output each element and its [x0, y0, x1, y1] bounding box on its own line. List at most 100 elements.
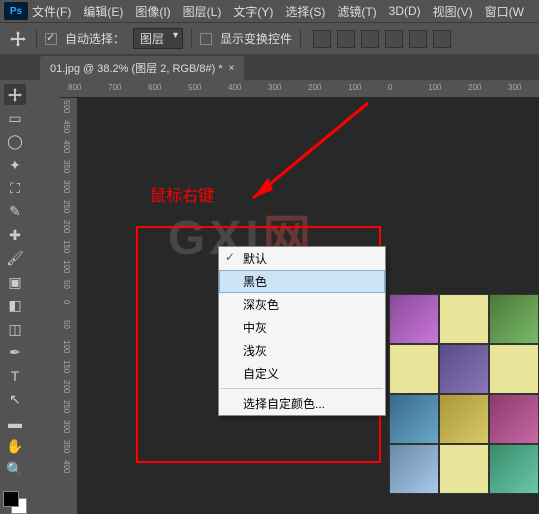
menu-window[interactable]: 窗口(W: [485, 3, 524, 20]
ruler-tick: 100: [62, 260, 71, 273]
healing-tool[interactable]: ✚: [4, 225, 26, 246]
menu-item-select-custom-color[interactable]: 选择自定颜色...: [219, 392, 385, 415]
ruler-tick: 100: [428, 83, 441, 92]
menu-view[interactable]: 视图(V): [433, 3, 473, 20]
ruler-tick: 400: [228, 83, 241, 92]
menu-filter[interactable]: 滤镜(T): [337, 3, 376, 20]
align-left-icon[interactable]: [385, 30, 403, 48]
annotation-label: 鼠标右键: [150, 182, 214, 206]
ruler-tick: 800: [68, 83, 81, 92]
align-buttons: [313, 30, 451, 48]
ruler-tick: 50: [62, 280, 71, 289]
ruler-tick: 400: [62, 140, 71, 153]
separator: [300, 29, 301, 49]
horizontal-ruler: 800 700 600 500 400 300 200 100 0 100 20…: [60, 80, 539, 98]
thumbnail[interactable]: [439, 294, 489, 344]
menu-type[interactable]: 文字(Y): [233, 3, 273, 20]
vertical-ruler: 500 450 400 350 300 250 200 150 100 50 0…: [60, 98, 78, 514]
menu-item-midgray[interactable]: 中灰: [219, 316, 385, 339]
canvas-area: 800 700 600 500 400 300 200 100 0 100 20…: [60, 80, 539, 514]
ruler-tick: 250: [62, 400, 71, 413]
ruler-tick: 200: [62, 380, 71, 393]
thumbnail[interactable]: [439, 394, 489, 444]
menu-image[interactable]: 图像(I): [135, 3, 170, 20]
eyedropper-tool[interactable]: ✎: [4, 201, 26, 222]
thumbnail[interactable]: [389, 344, 439, 394]
move-tool-icon: [8, 29, 28, 49]
canvas-bg-context-menu: 默认 黑色 深灰色 中灰 浅灰 自定义 选择自定颜色...: [218, 246, 386, 416]
eraser-tool[interactable]: ◧: [4, 295, 26, 316]
ruler-tick: 300: [62, 180, 71, 193]
gradient-tool[interactable]: ◫: [4, 319, 26, 340]
menu-item-custom[interactable]: 自定义: [219, 362, 385, 385]
thumbnail[interactable]: [489, 344, 539, 394]
shape-tool[interactable]: ▬: [4, 412, 26, 433]
image-thumbnails: [389, 294, 539, 494]
canvas[interactable]: GXI网 鼠标右键 默认 黑色 深灰色 中灰 浅灰 自定义 选择自定颜色...: [78, 98, 539, 514]
pen-tool[interactable]: ✒: [4, 342, 26, 363]
thumbnail[interactable]: [439, 344, 489, 394]
stamp-tool[interactable]: ▣: [4, 272, 26, 293]
thumbnail[interactable]: [489, 294, 539, 344]
zoom-tool[interactable]: 🔍: [4, 459, 26, 480]
menu-item-black[interactable]: 黑色: [219, 270, 385, 293]
app-logo: Ps: [4, 2, 28, 20]
menu-layer[interactable]: 图层(L): [183, 3, 222, 20]
marquee-tool[interactable]: ▭: [4, 107, 26, 128]
lasso-tool[interactable]: ◯: [4, 131, 26, 152]
thumbnail[interactable]: [489, 394, 539, 444]
show-transform-checkbox[interactable]: [200, 33, 212, 45]
ruler-tick: 500: [188, 83, 201, 92]
menu-edit[interactable]: 编辑(E): [83, 3, 123, 20]
ruler-tick: 150: [62, 240, 71, 253]
options-bar: 自动选择： 图层 显示变换控件: [0, 22, 539, 54]
type-tool[interactable]: T: [4, 365, 26, 386]
show-transform-label: 显示变换控件: [220, 30, 292, 47]
tool-panel: ▭ ◯ ✦ ⛶ ✎ ✚ 🖌 ▣ ◧ ◫ ✒ T ↖ ▬ ✋ 🔍: [0, 80, 30, 514]
menu-file[interactable]: 文件(F): [32, 3, 71, 20]
hand-tool[interactable]: ✋: [4, 436, 26, 457]
align-hcenter-icon[interactable]: [409, 30, 427, 48]
menu-3d[interactable]: 3D(D): [389, 4, 421, 18]
thumbnail[interactable]: [439, 444, 489, 494]
thumbnail[interactable]: [489, 444, 539, 494]
align-right-icon[interactable]: [433, 30, 451, 48]
menu-select[interactable]: 选择(S): [285, 3, 325, 20]
ruler-tick: 700: [108, 83, 121, 92]
menu-item-darkgray[interactable]: 深灰色: [219, 293, 385, 316]
align-vcenter-icon[interactable]: [337, 30, 355, 48]
ruler-tick: 0: [388, 83, 392, 92]
align-bottom-icon[interactable]: [361, 30, 379, 48]
foreground-color[interactable]: [3, 491, 19, 507]
separator: [36, 29, 37, 49]
align-top-icon[interactable]: [313, 30, 331, 48]
ruler-tick: 250: [62, 200, 71, 213]
menubar: 文件(F) 编辑(E) 图像(I) 图层(L) 文字(Y) 选择(S) 滤镜(T…: [0, 0, 539, 22]
brush-tool[interactable]: 🖌: [4, 248, 26, 269]
ruler-tick: 300: [268, 83, 281, 92]
separator: [191, 29, 192, 49]
crop-tool[interactable]: ⛶: [4, 178, 26, 199]
auto-select-checkbox[interactable]: [45, 33, 57, 45]
menu-item-default[interactable]: 默认: [219, 247, 385, 270]
tab-title: 01.jpg @ 38.2% (图层 2, RGB/8#) *: [50, 60, 223, 76]
ruler-tick: 100: [348, 83, 361, 92]
path-tool[interactable]: ↖: [4, 389, 26, 410]
thumbnail[interactable]: [389, 294, 439, 344]
ruler-tick: 350: [62, 440, 71, 453]
ruler-tick: 200: [62, 220, 71, 233]
ruler-tick: 200: [308, 83, 321, 92]
move-tool[interactable]: [4, 84, 26, 105]
close-tab-icon[interactable]: ×: [229, 63, 235, 74]
auto-select-dropdown[interactable]: 图层: [133, 28, 183, 49]
auto-select-label: 自动选择：: [65, 30, 125, 47]
document-tab[interactable]: 01.jpg @ 38.2% (图层 2, RGB/8#) * ×: [40, 56, 244, 80]
workspace: ▭ ◯ ✦ ⛶ ✎ ✚ 🖌 ▣ ◧ ◫ ✒ T ↖ ▬ ✋ 🔍 800 700 …: [0, 80, 539, 514]
thumbnail[interactable]: [389, 394, 439, 444]
thumbnail[interactable]: [389, 444, 439, 494]
menu-item-lightgray[interactable]: 浅灰: [219, 339, 385, 362]
magic-wand-tool[interactable]: ✦: [4, 154, 26, 175]
ruler-tick: 450: [62, 120, 71, 133]
ruler-tick: 50: [62, 320, 71, 329]
color-swatch[interactable]: [3, 491, 27, 514]
